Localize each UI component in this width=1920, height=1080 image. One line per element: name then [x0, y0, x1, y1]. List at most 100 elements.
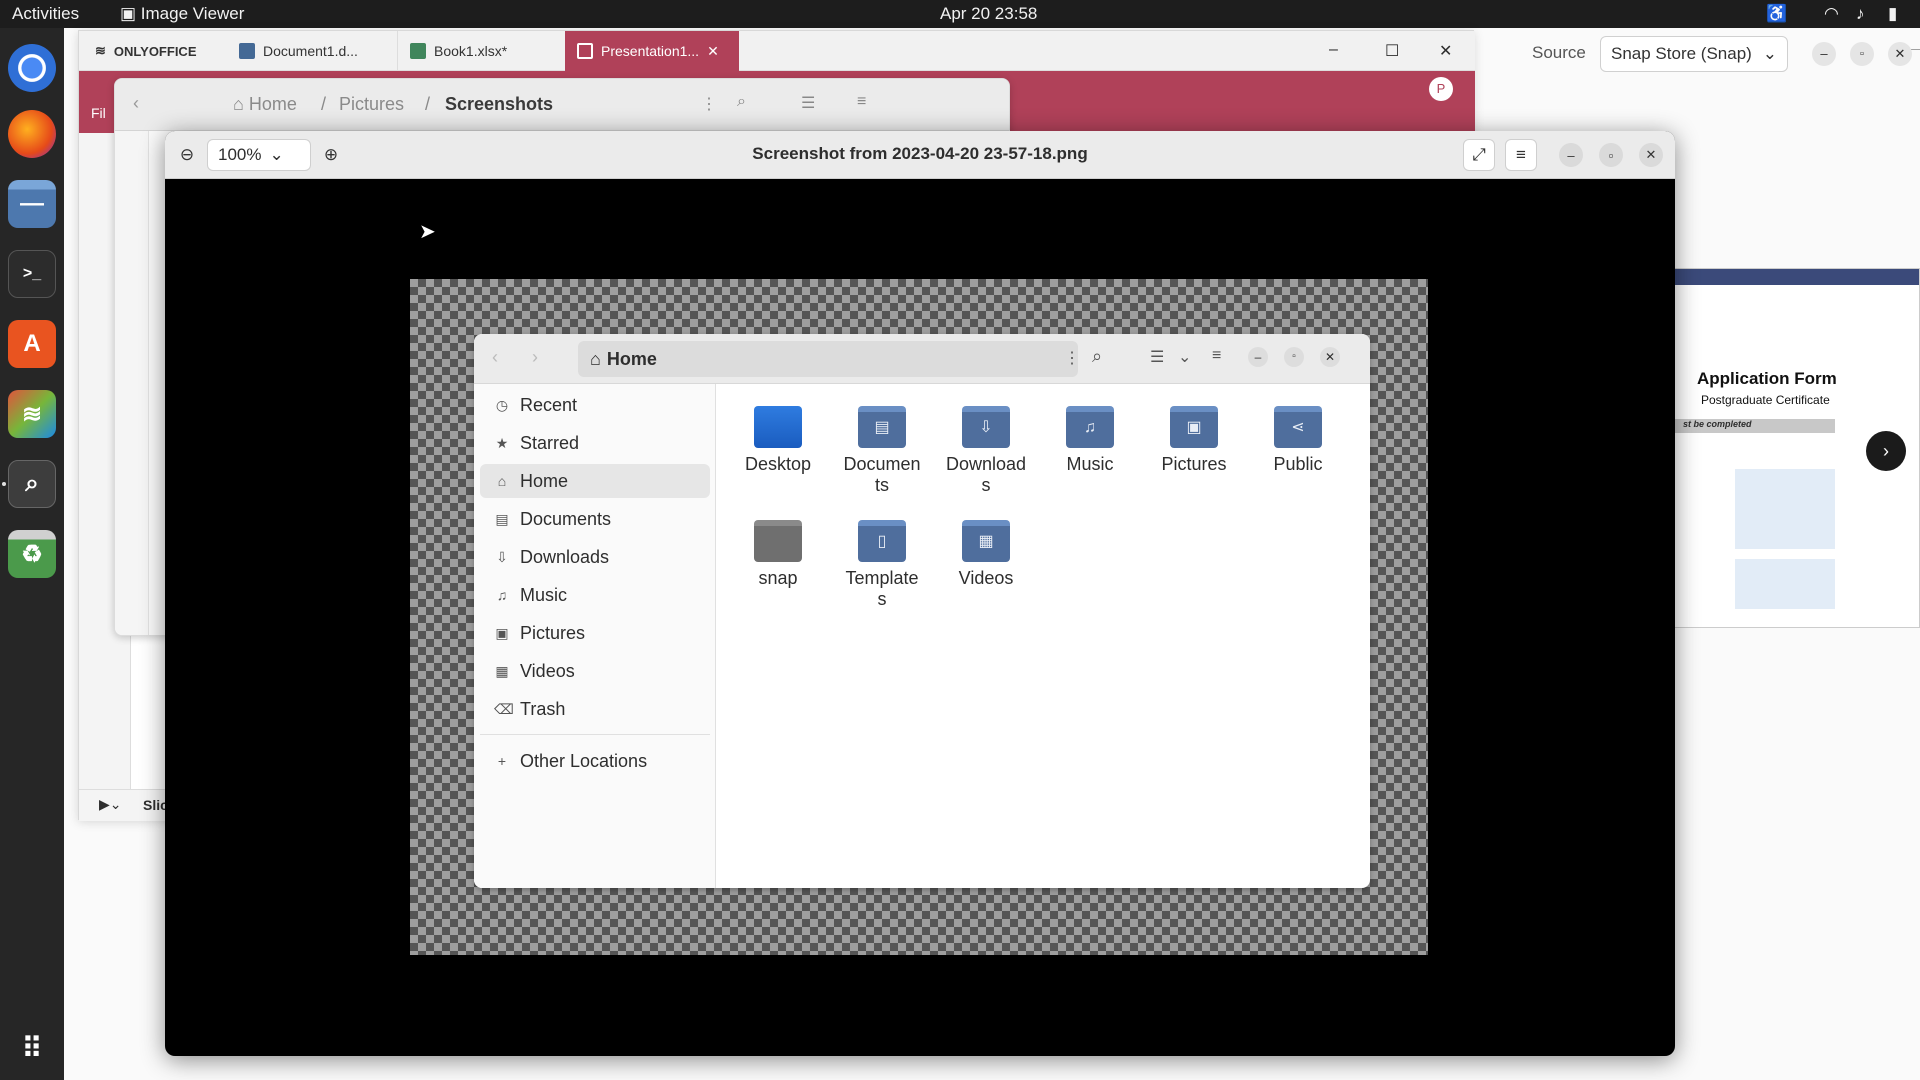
tab-presentation[interactable]: Presentation1... ✕	[565, 31, 739, 71]
folder-videos[interactable]: ▦ Videos	[936, 520, 1036, 589]
slideshow-icon[interactable]: ▶⌄	[99, 796, 122, 813]
back-icon[interactable]: ‹	[492, 347, 498, 368]
close-button[interactable]: ✕	[1639, 143, 1663, 167]
onlyoffice-logo-icon: ≋	[95, 43, 106, 58]
image-title: Screenshot from 2023-04-20 23-57-18.png	[752, 144, 1088, 163]
kebab-icon[interactable]: ⋮	[1064, 348, 1080, 368]
pictures-folder-icon: ▣	[1170, 406, 1218, 448]
sidebar-item-recent[interactable]: ◷ Recent	[480, 388, 710, 422]
min-button[interactable]: –	[1248, 347, 1268, 367]
chevron-down-icon[interactable]: ⌄	[1178, 347, 1191, 367]
music-folder-icon: ♫	[1066, 406, 1114, 448]
oo-maximize-button[interactable]: ☐	[1385, 41, 1399, 61]
files-header: ‹ ⌂ Home / Pictures / Screenshots ⋮ ⌕ ☰ …	[115, 79, 1009, 131]
tab-document[interactable]: Document1.d...	[227, 31, 395, 71]
image-viewer-window: ⊖ 100% ⌄ ⊕ Screenshot from 2023-04-20 23…	[165, 131, 1675, 1056]
close-icon[interactable]: ✕	[707, 43, 719, 60]
folder-public[interactable]: ⋖ Public	[1248, 406, 1348, 475]
tab-spreadsheet[interactable]: Book1.xlsx*	[397, 31, 565, 71]
menu-icon[interactable]: ≡	[1212, 347, 1221, 365]
kebab-icon[interactable]: ⋮	[701, 94, 717, 114]
next-arrow-button[interactable]: ›	[1866, 431, 1906, 471]
clock-icon: ◷	[495, 396, 509, 413]
crumb-pictures[interactable]: Pictures	[339, 94, 404, 115]
source-label: Source	[1532, 43, 1586, 62]
form-fields-2	[1735, 559, 1835, 609]
star-icon: ★	[495, 434, 509, 451]
form-subtitle: Postgraduate Certificate	[1701, 393, 1830, 407]
sidebar-item-music[interactable]: ♫ Music	[480, 578, 710, 612]
fullscreen-icon: ⤢	[1472, 145, 1486, 164]
folder-music[interactable]: ♫ Music	[1040, 406, 1140, 475]
image-viewer-header: ⊖ 100% ⌄ ⊕ Screenshot from 2023-04-20 23…	[165, 131, 1675, 179]
firefox-icon[interactable]	[8, 110, 56, 158]
search-icon[interactable]: ⌕	[737, 93, 746, 111]
chrome-icon[interactable]	[8, 44, 56, 92]
folder-snap[interactable]: snap	[728, 520, 828, 589]
snap-max-button[interactable]: ▫	[1850, 42, 1874, 66]
accessibility-icon[interactable]: ♿	[1766, 4, 1787, 24]
oo-close-button[interactable]: ✕	[1439, 41, 1452, 61]
folder-templates[interactable]: ▯ Template s	[832, 520, 932, 610]
oo-minimize-button[interactable]: –	[1329, 41, 1338, 59]
onlyoffice-tabbar: ≋ ONLYOFFICE Document1.d... Book1.xlsx* P…	[79, 31, 1475, 71]
clock[interactable]: Apr 20 23:58	[940, 4, 1037, 24]
sidebar-divider	[480, 734, 710, 735]
picture-icon: ▣	[495, 624, 509, 641]
app-name: Image Viewer	[140, 4, 245, 23]
menu-button[interactable]: ≡	[1505, 139, 1537, 171]
sidebar-item-downloads[interactable]: ⇩ Downloads	[480, 540, 710, 574]
sidebar-item-trash[interactable]: ⌫ Trash	[480, 692, 710, 726]
sidebar-item-home[interactable]: ⌂ Home	[480, 464, 710, 498]
path-bar[interactable]: ⌂ Home	[578, 341, 1078, 377]
forward-icon[interactable]: ›	[532, 347, 538, 368]
source-select[interactable]: Snap Store (Snap) ⌄	[1600, 36, 1788, 72]
spreadsheet-icon	[410, 43, 426, 59]
onlyoffice-icon[interactable]: ≋	[8, 390, 56, 438]
sidebar-item-documents[interactable]: ▤ Documents	[480, 502, 710, 536]
app-menu[interactable]: ▣ Image Viewer	[120, 4, 244, 24]
show-apps-icon[interactable]: ⠿	[8, 1024, 56, 1072]
running-indicator	[2, 482, 6, 486]
home-icon: ⌂	[590, 348, 601, 369]
wifi-icon[interactable]: ◠	[1824, 4, 1839, 24]
file-menu[interactable]: Fil	[91, 105, 106, 121]
folder-downloads[interactable]: ⇩ Download s	[936, 406, 1036, 496]
sidebar-item-starred[interactable]: ★ Starred	[480, 426, 710, 460]
crumb-screenshots[interactable]: Screenshots	[445, 94, 553, 115]
fullscreen-button[interactable]: ⤢	[1463, 139, 1495, 171]
terminal-icon[interactable]: >_	[8, 250, 56, 298]
form-fields	[1735, 469, 1835, 549]
sidebar-item-other-locations[interactable]: + Other Locations	[480, 744, 710, 778]
search-icon[interactable]: ⌕	[1092, 346, 1102, 367]
avatar[interactable]: P	[1429, 77, 1453, 101]
crumb-home[interactable]: ⌂ Home	[233, 94, 297, 115]
sidebar-item-videos[interactable]: ▦ Videos	[480, 654, 710, 688]
snap-close-button[interactable]: ✕	[1888, 42, 1912, 66]
volume-icon[interactable]: ♪	[1856, 4, 1865, 24]
list-view-icon[interactable]: ☰	[801, 93, 815, 113]
list-view-icon[interactable]: ☰	[1150, 347, 1164, 367]
battery-icon[interactable]: ▮	[1888, 4, 1897, 24]
sidebar-item-pictures[interactable]: ▣ Pictures	[480, 616, 710, 650]
folder-pictures[interactable]: ▣ Pictures	[1144, 406, 1244, 475]
recycle-icon[interactable]: ♻	[8, 530, 56, 578]
back-icon[interactable]: ‹	[133, 93, 139, 114]
files-icon[interactable]: —	[8, 180, 56, 228]
image-viewer-icon[interactable]: ⌕	[8, 460, 56, 508]
minimize-button[interactable]: –	[1559, 143, 1583, 167]
folder-documents[interactable]: ▤ Documen ts	[832, 406, 932, 496]
snap-min-button[interactable]: –	[1812, 42, 1836, 66]
maximize-button[interactable]: ▫	[1599, 143, 1623, 167]
folder-desktop[interactable]: Desktop	[728, 406, 828, 475]
onlyoffice-logo: ≋ ONLYOFFICE	[95, 43, 197, 59]
mouse-cursor-icon: ➤	[419, 221, 436, 243]
max-button[interactable]: ▫	[1284, 347, 1304, 367]
document-icon: ▤	[495, 510, 509, 527]
app-center-icon[interactable]: A	[8, 320, 56, 368]
image-viewer-icon: ▣	[120, 4, 141, 23]
activities-button[interactable]: Activities	[12, 4, 79, 24]
close-button[interactable]: ✕	[1320, 347, 1340, 367]
menu-icon[interactable]: ≡	[857, 93, 866, 111]
presentation-icon	[577, 43, 593, 59]
